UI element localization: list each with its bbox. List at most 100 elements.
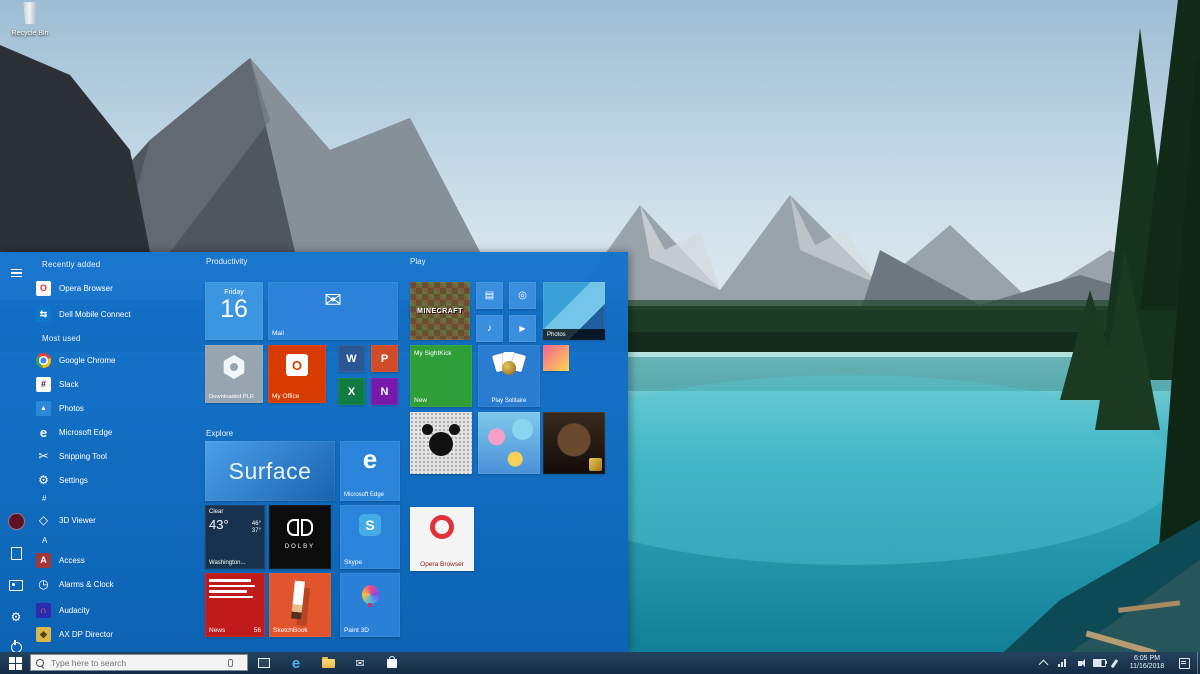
section-header-most-used: Most used	[42, 334, 81, 343]
app-item-photos[interactable]: ▲ Photos	[36, 398, 194, 418]
taskbar-mail-button[interactable]: ✉	[348, 652, 372, 674]
ink-workspace-button[interactable]	[1108, 652, 1120, 674]
tile-skype[interactable]: S Skype	[340, 505, 400, 569]
volume-tray-button[interactable]	[1072, 652, 1088, 674]
tile-sketchbook[interactable]: SketchBook	[269, 573, 331, 637]
tile-opera-browser[interactable]: Opera Browser	[410, 507, 474, 571]
task-view-button[interactable]	[252, 652, 276, 674]
excel-icon: X	[347, 385, 356, 398]
network-tray-button[interactable]	[1054, 652, 1070, 674]
start-button[interactable]	[0, 652, 30, 674]
store-icon: ▤	[484, 290, 495, 301]
tile-photos-live[interactable]: Photos	[543, 282, 605, 340]
battery-tray-button[interactable]	[1090, 652, 1108, 674]
app-item-alarms-clock[interactable]: ◷ Alarms & Clock	[36, 574, 194, 594]
section-header-recently-added: Recently added	[42, 260, 101, 269]
chevron-up-icon	[1038, 659, 1048, 670]
tile-minecraft[interactable]: MINECRAFT	[410, 282, 470, 340]
groove-music-icon: ♪	[487, 323, 492, 334]
app-item-ax-dp-director[interactable]: ◈ AX DP Director	[36, 624, 194, 644]
action-center-icon	[1178, 657, 1190, 669]
app-item-audacity[interactable]: ∩ Audacity	[36, 600, 194, 620]
app-item-slack[interactable]: # Slack	[36, 374, 194, 394]
tile-label: Mail	[272, 330, 284, 337]
tile-mail[interactable]: ✉ Mail	[268, 282, 398, 340]
app-item-settings[interactable]: ⚙ Settings	[36, 470, 194, 490]
headline-line	[209, 595, 253, 598]
file-explorer-icon	[321, 656, 335, 668]
search-input[interactable]	[49, 656, 223, 669]
section-header-hash: #	[42, 494, 47, 503]
tray-time: 6:05 PM	[1133, 654, 1161, 662]
gold-crest-icon	[502, 361, 516, 375]
tile-fantasy-game[interactable]	[543, 412, 605, 474]
tile-camera-small[interactable]: ◎	[509, 282, 536, 309]
tile-paint-3d[interactable]: Paint 3D	[340, 573, 400, 637]
headline-line	[209, 579, 251, 582]
weather-location: Washington...	[209, 560, 246, 566]
clock-tray[interactable]: 6:05 PM 11/16/2018	[1122, 652, 1172, 674]
mickey-head	[429, 432, 453, 456]
recycle-bin-shortcut[interactable]: Recycle Bin	[8, 0, 52, 44]
tile-mickey-game[interactable]	[410, 412, 472, 474]
file-explorer-button[interactable]	[316, 652, 340, 674]
tile-label: Paint 3D	[344, 627, 369, 634]
tile-store-small[interactable]: ▤	[476, 282, 503, 309]
tile-bubble-game[interactable]	[478, 412, 540, 474]
store-button[interactable]	[380, 652, 404, 674]
taskbar-search[interactable]	[30, 654, 248, 671]
app-item-dell-mobile-connect[interactable]: ⇆ Dell Mobile Connect	[36, 304, 194, 324]
tile-surface[interactable]: Surface	[205, 441, 335, 501]
tile-groove-small[interactable]: ♪	[476, 315, 503, 342]
app-item-microsoft-edge[interactable]: e Microsoft Edge	[36, 422, 194, 442]
documents-button[interactable]	[0, 540, 32, 566]
tile-label: My Office	[272, 393, 300, 400]
app-item-access[interactable]: A Access	[36, 550, 194, 570]
tile-news[interactable]: News 56	[205, 573, 265, 637]
tray-overflow-button[interactable]	[1034, 652, 1052, 674]
ax-dp-director-icon: ◈	[36, 626, 51, 642]
slack-icon: #	[36, 376, 51, 392]
tile-solitaire[interactable]: Play Solitaire	[478, 345, 540, 407]
user-account-button[interactable]	[0, 508, 32, 534]
balloon-icon	[362, 585, 379, 607]
tile-powerpoint[interactable]: P	[371, 345, 398, 372]
dolby-wordmark: DOLBY	[284, 544, 316, 550]
tile-sightkick[interactable]: My SightKick New	[410, 345, 472, 407]
store-bag-icon	[387, 655, 397, 668]
action-center-button[interactable]	[1174, 652, 1194, 674]
mail-icon: ✉	[355, 657, 365, 670]
expand-menu-button[interactable]	[0, 260, 32, 286]
tile-movies-small[interactable]: ▶	[509, 315, 536, 342]
tile-excel[interactable]: X	[338, 378, 365, 405]
word-icon: W	[346, 352, 357, 365]
app-item-3d-viewer[interactable]: ◇ 3D Viewer	[36, 510, 194, 530]
search-icon	[36, 658, 44, 667]
app-item-google-chrome[interactable]: Google Chrome	[36, 350, 194, 370]
edge-icon: e	[291, 654, 301, 672]
tile-microsoft-edge[interactable]: e Microsoft Edge	[340, 441, 400, 501]
tile-calendar[interactable]: Friday 16	[205, 282, 263, 340]
pictures-button[interactable]	[0, 572, 32, 598]
taskbar-edge-button[interactable]: e	[284, 652, 308, 674]
section-header-a: A	[42, 536, 48, 545]
power-icon	[10, 639, 22, 653]
tile-word[interactable]: W	[338, 345, 365, 372]
documents-icon	[10, 546, 22, 560]
mickey-ear	[449, 424, 460, 435]
tile-onenote[interactable]: N	[371, 378, 398, 405]
tile-weather[interactable]: Clear 43° 46° 37° Washington...	[205, 505, 265, 569]
tile-candy-small[interactable]	[543, 345, 569, 371]
tile-my-office[interactable]: O My Office	[268, 345, 326, 403]
show-desktop-button[interactable]	[1196, 652, 1200, 674]
minecraft-wordmark: MINECRAFT	[417, 307, 463, 315]
app-item-opera-browser[interactable]: O Opera Browser	[36, 278, 194, 298]
recycle-bin-icon	[23, 2, 37, 24]
surface-wordmark: Surface	[228, 457, 312, 484]
settings-button[interactable]: ⚙	[0, 604, 32, 630]
tray-date: 11/16/2018	[1129, 663, 1165, 670]
tile-dolby[interactable]: DOLBY	[269, 505, 331, 569]
new-badge: New	[414, 397, 428, 404]
app-item-snipping-tool[interactable]: ✂ Snipping Tool	[36, 446, 194, 466]
tile-downloaded-plr[interactable]: Downloaded PLR	[205, 345, 263, 403]
